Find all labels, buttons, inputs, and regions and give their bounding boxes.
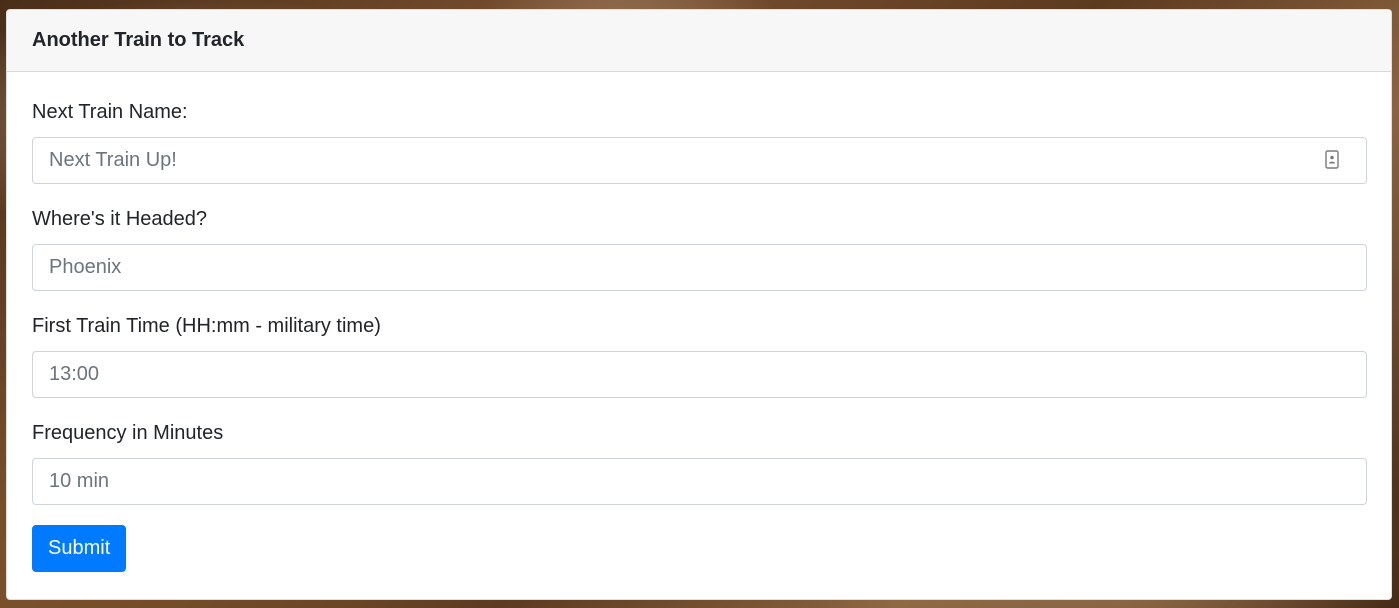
frequency-label: Frequency in Minutes <box>32 422 224 444</box>
card-body: Next Train Name: Where's it Headed? F <box>7 72 1391 572</box>
first-train-time-input-wrap <box>32 351 1367 398</box>
destination-input[interactable] <box>32 244 1367 291</box>
frequency-group: Frequency in Minutes <box>32 421 1367 505</box>
add-train-form: Next Train Name: Where's it Headed? F <box>32 100 1367 572</box>
card-header: Another Train to Track <box>7 10 1391 72</box>
destination-input-wrap <box>32 244 1367 291</box>
destination-label: Where's it Headed? <box>32 208 208 230</box>
frequency-input-wrap <box>32 458 1367 505</box>
contact-card-icon[interactable] <box>1325 150 1339 169</box>
first-train-time-group: First Train Time (HH:mm - military time) <box>32 314 1367 398</box>
train-name-label: Next Train Name: <box>32 101 188 123</box>
train-name-input[interactable] <box>32 137 1367 184</box>
frequency-input[interactable] <box>32 458 1367 505</box>
submit-button[interactable]: Submit <box>32 525 127 572</box>
card-title: Another Train to Track <box>32 29 245 51</box>
train-name-group: Next Train Name: <box>32 100 1367 184</box>
train-name-input-wrap <box>32 137 1367 184</box>
destination-group: Where's it Headed? <box>32 207 1367 291</box>
first-train-time-label: First Train Time (HH:mm - military time) <box>32 315 381 337</box>
first-train-time-input[interactable] <box>32 351 1367 398</box>
add-train-card: Another Train to Track Next Train Name: … <box>6 9 1392 600</box>
